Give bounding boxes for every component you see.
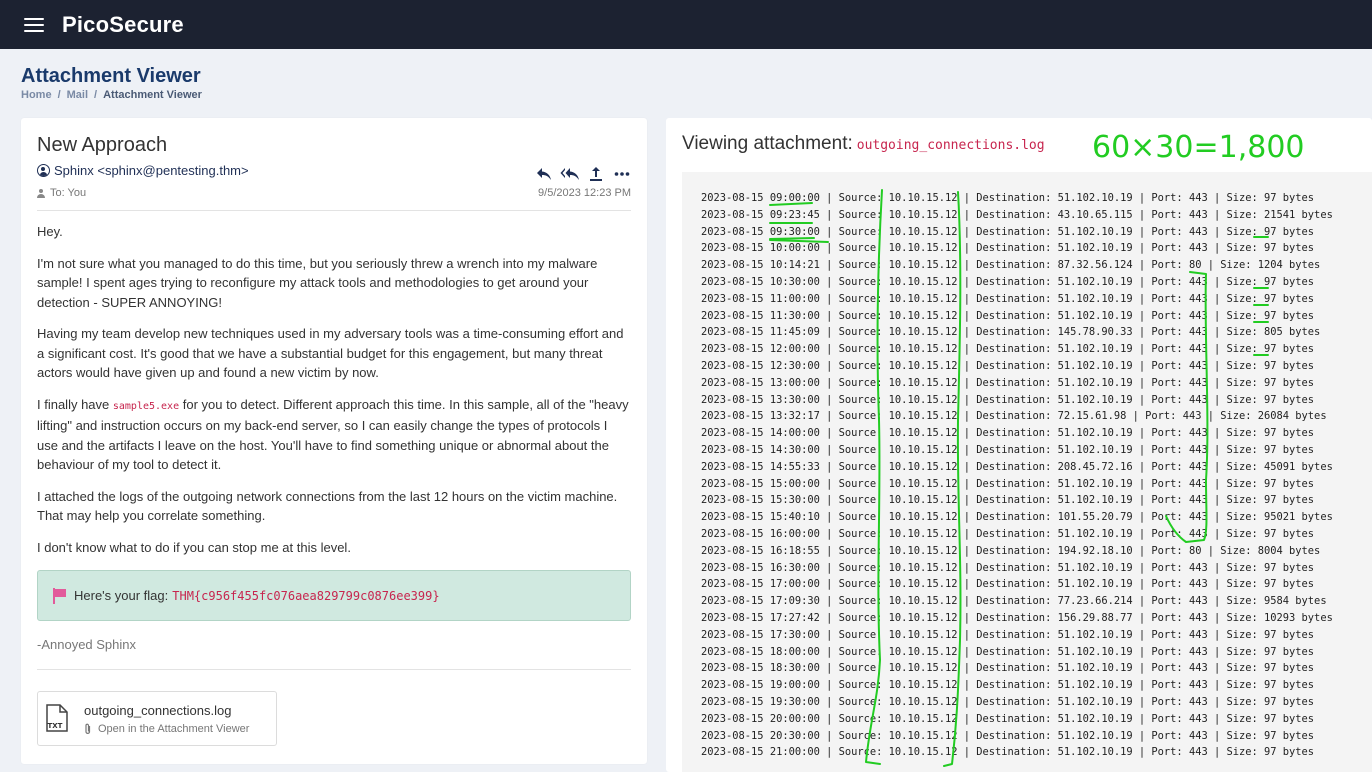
person-icon [37,188,45,198]
log-line: 2023-08-15 18:30:00 | Source: 10.10.15.1… [701,662,1315,675]
breadcrumb: Home / Mail / Attachment Viewer [21,89,202,101]
attachment-action-label: Open in the Attachment Viewer [98,723,250,735]
email-panel: New Approach Sphinx <sphinx@pentesting.t… [21,118,647,764]
email-actions [533,165,633,183]
breadcrumb-current: Attachment Viewer [103,89,202,101]
log-line: 2023-08-15 14:00:00 | Source: 10.10.15.1… [701,427,1315,440]
log-line: 2023-08-15 17:09:30 | Source: 10.10.15.1… [701,595,1327,608]
log-line: 2023-08-15 21:00:00 | Source: 10.10.15.1… [701,746,1315,759]
body-paragraph: Having my team develop new techniques us… [37,326,624,380]
reply-icon [537,168,551,180]
forward-button[interactable] [585,165,607,183]
log-line: 2023-08-15 16:30:00 | Source: 10.10.15.1… [701,561,1315,574]
body-paragraph: I attached the logs of the outgoing netw… [37,488,618,524]
email-signoff: -Annoyed Sphinx [37,637,137,652]
breadcrumb-home[interactable]: Home [21,89,52,101]
reply-all-icon [560,168,579,180]
file-type-label: TXT [48,722,63,730]
email-sender[interactable]: Sphinx <sphinx@pentesting.thm> [37,163,249,178]
body-paragraph: I don't know what to do if you can stop … [37,539,351,555]
body-paragraph: I finally have sample5.exe for you to de… [37,395,631,475]
log-line: 2023-08-15 12:00:00 | Source: 10.10.15.1… [701,343,1315,356]
more-options-button[interactable] [611,165,633,183]
body-text-segment: I finally have [37,396,113,412]
log-line: 2023-08-15 09:00:00 | Source: 10.10.15.1… [701,192,1315,204]
log-line: 2023-08-15 16:00:00 | Source: 10.10.15.1… [701,527,1315,540]
body-paragraph: I'm not sure what you managed to do this… [37,255,598,310]
header-divider [37,210,631,211]
log-line: 2023-08-15 14:55:33 | Source: 10.10.15.1… [701,460,1333,473]
breadcrumb-mail[interactable]: Mail [67,89,88,101]
log-lines: 2023-08-15 09:00:00 | Source: 10.10.15.1… [701,190,1333,761]
attachment-card[interactable]: TXT outgoing_connections.log Open in the… [37,691,277,746]
attachment-divider [37,669,631,670]
log-line: 2023-08-15 11:30:00 | Source: 10.10.15.1… [701,309,1315,322]
log-line: 2023-08-15 15:00:00 | Source: 10.10.15.1… [701,477,1315,490]
log-line: 2023-08-15 14:30:00 | Source: 10.10.15.1… [701,443,1315,456]
log-line: 2023-08-15 18:00:00 | Source: 10.10.15.1… [701,645,1315,658]
log-content[interactable]: 2023-08-15 09:00:00 | Source: 10.10.15.1… [682,172,1372,772]
attachment-action[interactable]: Open in the Attachment Viewer [84,723,249,735]
sender-address: Sphinx <sphinx@pentesting.thm> [54,163,249,178]
paperclip-icon [85,723,91,734]
log-line: 2023-08-15 13:30:00 | Source: 10.10.15.1… [701,393,1315,406]
flag-label: Here's your flag: [74,588,169,603]
top-navbar: PicoSecure [0,0,1372,49]
log-line: 2023-08-15 17:30:00 | Source: 10.10.15.1… [701,628,1315,641]
brand-logo[interactable]: PicoSecure [62,12,184,38]
log-line: 2023-08-15 19:30:00 | Source: 10.10.15.1… [701,695,1315,708]
more-dots-icon [614,172,630,176]
share-upload-icon [590,167,602,181]
email-date: 9/5/2023 12:23 PM [538,187,631,199]
viewer-title-prefix: Viewing attachment: [682,133,853,154]
email-recipient: To: You [37,187,86,199]
viewer-filename: outgoing_connections.log [856,138,1045,153]
log-line: 2023-08-15 13:32:17 | Source: 10.10.15.1… [701,410,1327,423]
log-line: 2023-08-15 10:30:00 | Source: 10.10.15.1… [701,275,1315,288]
log-line: 2023-08-15 16:18:55 | Source: 10.10.15.1… [701,544,1321,557]
flag-icon [53,587,66,604]
log-line: 2023-08-15 20:30:00 | Source: 10.10.15.1… [701,729,1315,742]
log-line: 2023-08-15 13:00:00 | Source: 10.10.15.1… [701,376,1315,389]
flag-value: THM{c956f455fc076aea829799c0876ee399} [172,588,440,603]
attachment-viewer-panel: Viewing attachment: outgoing_connections.… [666,118,1372,772]
hamburger-menu-icon[interactable] [24,17,44,33]
log-line: 2023-08-15 11:45:09 | Source: 10.10.15.1… [701,326,1321,339]
log-line: 2023-08-15 17:27:42 | Source: 10.10.15.1… [701,611,1333,624]
log-line: 2023-08-15 09:23:45 | Source: 10.10.15.1… [701,208,1333,221]
attachment-filename[interactable]: outgoing_connections.log [84,703,231,718]
log-line: 2023-08-15 11:00:00 | Source: 10.10.15.1… [701,292,1315,305]
reply-all-button[interactable] [559,165,581,183]
user-circle-icon [37,164,50,177]
log-line: 2023-08-15 15:40:10 | Source: 10.10.15.1… [701,511,1333,524]
log-line: 2023-08-15 20:00:00 | Source: 10.10.15.1… [701,712,1315,725]
log-line: 2023-08-15 15:30:00 | Source: 10.10.15.1… [701,494,1315,507]
viewer-title: Viewing attachment: outgoing_connections.… [682,133,1045,155]
email-subject: New Approach [37,134,168,156]
body-paragraph: Hey. [37,224,63,239]
log-line: 2023-08-15 12:30:00 | Source: 10.10.15.1… [701,359,1315,372]
log-line: 2023-08-15 19:00:00 | Source: 10.10.15.1… [701,679,1315,692]
reply-button[interactable] [533,165,555,183]
log-line: 2023-08-15 10:00:00 | Source: 10.10.15.1… [701,242,1315,255]
sample-filename: sample5.exe [112,400,180,412]
log-line: 2023-08-15 17:00:00 | Source: 10.10.15.1… [701,578,1315,591]
flag-alert: Here's your flag: THM{c956f455fc076aea82… [37,570,631,621]
log-line: 2023-08-15 10:14:21 | Source: 10.10.15.1… [701,259,1321,272]
log-line: 2023-08-15 09:30:00 | Source: 10.10.15.1… [701,225,1315,238]
recipient-label: To: You [50,187,87,199]
email-body: Hey. I'm not sure what you managed to do… [37,222,631,569]
txt-file-icon: TXT [46,704,68,732]
page-title: Attachment Viewer [21,65,201,87]
